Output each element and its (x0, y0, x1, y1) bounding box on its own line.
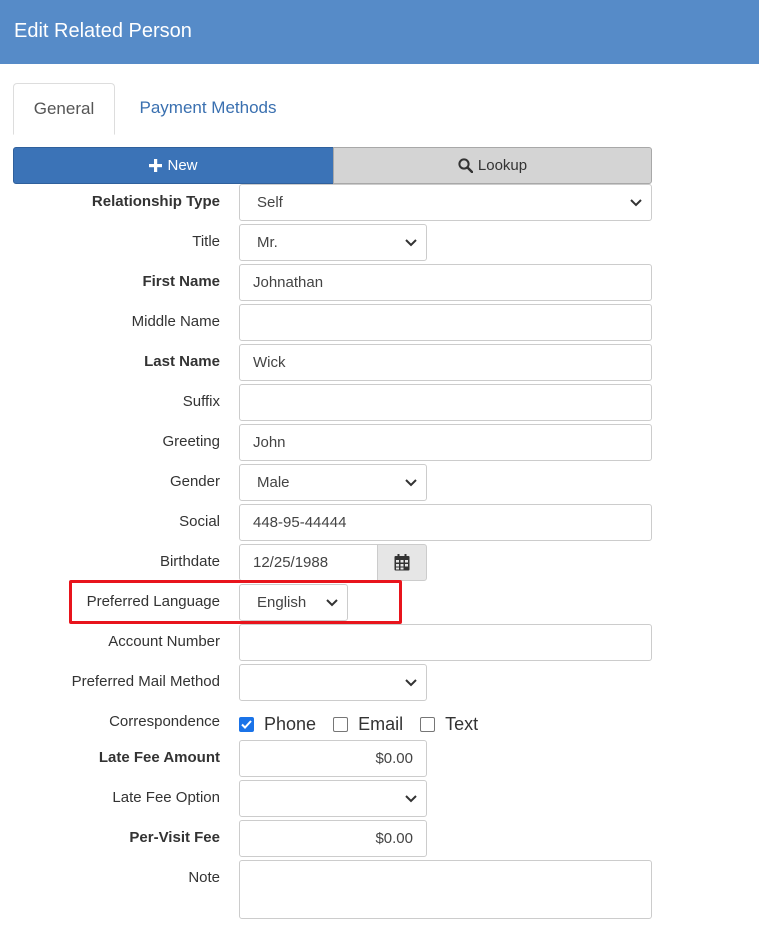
page-header: Edit Related Person (0, 0, 759, 64)
tab-general[interactable]: General (13, 83, 115, 135)
correspondence-label: Correspondence (109, 713, 220, 730)
phone-checkbox-label: Phone (264, 713, 317, 734)
chevron-down-icon (405, 679, 417, 687)
title-value: Mr. (257, 234, 278, 251)
lookup-button[interactable]: Lookup (333, 147, 652, 184)
plus-icon (149, 159, 163, 172)
correspondence-email[interactable]: Email (333, 714, 403, 735)
title-label: Title (192, 233, 220, 250)
correspondence-options: Phone Email Text (239, 712, 495, 736)
late-fee-amount-input[interactable]: $0.00 (239, 740, 427, 777)
gender-value: Male (257, 474, 290, 491)
last-name-input[interactable]: Wick (239, 344, 652, 381)
title-select[interactable]: Mr. (239, 224, 427, 261)
first-name-input[interactable]: Johnathan (239, 264, 652, 301)
gender-label: Gender (169, 473, 220, 490)
late-fee-amount-label: Late Fee Amount (98, 749, 220, 766)
note-textarea[interactable] (239, 860, 652, 919)
social-label: Social (179, 513, 220, 530)
relationship-type-select[interactable]: Self (239, 184, 652, 221)
new-button[interactable]: New (13, 147, 334, 184)
chevron-down-icon (405, 795, 417, 803)
greeting-input[interactable]: John (239, 424, 652, 461)
greeting-label: Greeting (162, 433, 220, 450)
email-checkbox-label: Email (358, 713, 404, 734)
gender-select[interactable]: Male (239, 464, 427, 501)
middle-name-input[interactable] (239, 304, 652, 341)
preferred-mail-method-label: Preferred Mail Method (71, 673, 220, 690)
middle-name-label: Middle Name (131, 313, 220, 330)
relationship-type-label: Relationship Type (91, 193, 220, 210)
page-title: Edit Related Person (14, 20, 192, 42)
preferred-language-select[interactable]: English (239, 584, 348, 621)
text-checkbox[interactable] (420, 716, 436, 732)
late-fee-option-select[interactable] (239, 780, 427, 817)
note-label: Note (188, 869, 220, 886)
chevron-down-icon (405, 479, 417, 487)
preferred-language-label: Preferred Language (86, 593, 220, 610)
chevron-down-icon (630, 199, 642, 207)
last-name-label: Last Name (144, 353, 220, 370)
chevron-down-icon (326, 599, 338, 607)
correspondence-text[interactable]: Text (420, 714, 478, 735)
birthdate-picker-button[interactable] (377, 544, 427, 581)
social-input[interactable]: 448-95-44444 (239, 504, 652, 541)
calendar-icon (394, 554, 410, 571)
per-visit-fee-input[interactable]: $0.00 (239, 820, 427, 857)
birthdate-input[interactable]: 12/25/1988 (239, 544, 378, 581)
check-icon (241, 719, 252, 729)
birthdate-label: Birthdate (159, 553, 220, 570)
chevron-down-icon (405, 239, 417, 247)
phone-checkbox[interactable] (239, 716, 254, 732)
account-number-input[interactable] (239, 624, 652, 661)
new-button-label: New (167, 157, 198, 174)
tab-bar: General Payment Methods (13, 83, 653, 135)
first-name-label: First Name (142, 273, 220, 290)
preferred-language-value: English (257, 594, 307, 611)
email-checkbox[interactable] (333, 716, 349, 732)
text-checkbox-label: Text (445, 713, 479, 734)
account-number-label: Account Number (108, 633, 220, 650)
lookup-button-label: Lookup (477, 157, 528, 174)
tab-payment-methods[interactable]: Payment Methods (123, 83, 293, 135)
per-visit-fee-label: Per-Visit Fee (129, 829, 220, 846)
search-icon (458, 158, 473, 173)
relationship-type-value: Self (257, 194, 283, 211)
correspondence-phone[interactable]: Phone (239, 714, 316, 735)
suffix-label: Suffix (182, 393, 220, 410)
late-fee-option-label: Late Fee Option (112, 789, 220, 806)
preferred-mail-method-select[interactable] (239, 664, 427, 701)
suffix-input[interactable] (239, 384, 652, 421)
